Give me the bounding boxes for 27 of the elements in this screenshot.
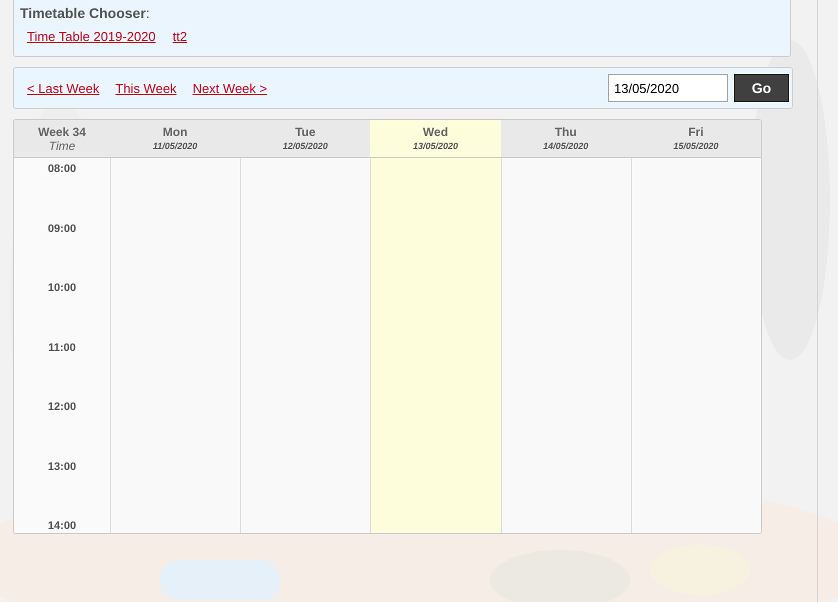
time-text: 13:00 <box>48 460 76 472</box>
day-name: Mon <box>162 125 188 139</box>
time-text: 09:00 <box>48 222 76 234</box>
day-name: Thu <box>554 125 577 139</box>
time-text: 11:00 <box>48 342 76 354</box>
day-date: 12/05/2020 <box>282 141 328 151</box>
week-link[interactable]: This Week <box>115 80 177 96</box>
week-link[interactable]: Next Week > <box>192 80 268 96</box>
week-label: Week 34 <box>38 125 86 139</box>
go-button[interactable]: Go <box>734 74 789 102</box>
day-date: 11/05/2020 <box>152 141 198 151</box>
timetable-link[interactable]: Time Table 2019-2020 <box>27 29 156 44</box>
time-text: 08:00 <box>48 163 76 175</box>
day-name: Wed <box>422 125 448 139</box>
time-text: 14:00 <box>48 520 76 532</box>
time-label: Time <box>48 139 76 153</box>
chooser-title: Timetable Chooser: <box>20 5 150 21</box>
time-text: 10:00 <box>48 282 76 294</box>
day-name: Fri <box>688 125 704 139</box>
timetable-link[interactable]: tt2 <box>172 29 188 44</box>
day-date: 13/05/2020 <box>412 141 458 151</box>
date-field[interactable]: 13/05/2020 <box>608 74 728 102</box>
day-date: 14/05/2020 <box>543 141 588 151</box>
time-text: 12:00 <box>48 401 76 413</box>
day-date: 15/05/2020 <box>673 141 718 151</box>
day-name: Tue <box>295 125 316 139</box>
week-link[interactable]: < Last Week <box>27 80 100 96</box>
